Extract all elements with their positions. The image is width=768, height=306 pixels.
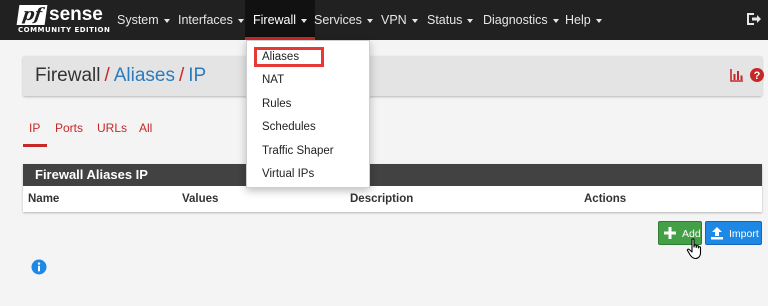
- logo-sense: sense: [49, 4, 103, 25]
- caret-down-icon: [552, 18, 559, 23]
- upload-icon: [711, 227, 723, 240]
- firewall-dropdown-menu: Aliases NAT Rules Schedules Traffic Shap…: [246, 40, 370, 188]
- menu-vpn[interactable]: VPN: [381, 0, 418, 40]
- active-tab-indicator: [23, 144, 47, 147]
- caret-down-icon: [595, 18, 602, 23]
- tab-ip[interactable]: IP: [29, 121, 40, 135]
- caret-down-icon: [411, 18, 418, 23]
- breadcrumb-panel: Firewall / Aliases / IP ?: [23, 56, 764, 96]
- breadcrumb-ip-link[interactable]: IP: [188, 65, 206, 86]
- logout-icon[interactable]: [746, 11, 762, 27]
- breadcrumb-separator: /: [104, 65, 110, 86]
- menu-item-traffic-shaper[interactable]: Traffic Shaper: [262, 144, 334, 158]
- breadcrumb-firewall: Firewall: [35, 65, 101, 86]
- import-button-label: Import: [729, 228, 759, 240]
- menu-status[interactable]: Status: [427, 0, 474, 40]
- caret-down-icon: [366, 18, 373, 23]
- menu-item-virtual-ips[interactable]: Virtual IPs: [262, 167, 314, 181]
- caret-down-icon: [301, 18, 308, 23]
- menu-help[interactable]: Help: [565, 0, 602, 40]
- top-navbar: pf sense COMMUNITY EDITION System Interf…: [0, 0, 768, 40]
- tab-urls[interactable]: URLs: [97, 121, 127, 135]
- breadcrumb: Firewall / Aliases / IP: [35, 65, 206, 87]
- column-header-description: Description: [350, 193, 414, 205]
- logo-pf: pf: [16, 5, 48, 25]
- menu-item-nat[interactable]: NAT: [262, 73, 284, 87]
- menu-item-aliases[interactable]: Aliases: [262, 50, 299, 64]
- plus-icon: [664, 227, 676, 239]
- menu-item-rules[interactable]: Rules: [262, 97, 291, 111]
- caret-down-icon: [467, 18, 474, 23]
- breadcrumb-separator: /: [178, 65, 185, 86]
- tab-all[interactable]: All: [139, 121, 152, 135]
- logo-edition: COMMUNITY EDITION: [18, 26, 111, 34]
- menu-services-label: Services: [314, 13, 362, 27]
- menu-help-label: Help: [565, 13, 591, 27]
- menu-firewall[interactable]: Firewall: [245, 0, 316, 40]
- menu-interfaces[interactable]: Interfaces: [178, 0, 244, 40]
- hand-cursor-icon: [686, 238, 702, 260]
- column-header-name: Name: [28, 193, 60, 205]
- menu-item-schedules[interactable]: Schedules: [262, 120, 316, 134]
- caret-down-icon: [237, 18, 244, 23]
- info-icon[interactable]: [31, 259, 47, 275]
- menu-diagnostics[interactable]: Diagnostics: [483, 0, 559, 40]
- import-button[interactable]: Import: [705, 221, 762, 245]
- table-title: Firewall Aliases IP: [23, 164, 762, 186]
- chart-icon[interactable]: [730, 68, 744, 82]
- pfsense-logo[interactable]: pf sense COMMUNITY EDITION: [16, 4, 110, 36]
- menu-system-label: System: [117, 13, 159, 27]
- column-header-actions: Actions: [584, 193, 627, 205]
- menu-system[interactable]: System: [117, 0, 170, 40]
- menu-diagnostics-label: Diagnostics: [483, 13, 548, 27]
- menu-firewall-label: Firewall: [253, 13, 297, 27]
- help-icon[interactable]: ?: [750, 68, 764, 82]
- menu-status-label: Status: [427, 13, 463, 27]
- caret-down-icon: [163, 18, 170, 23]
- column-header-values: Values: [182, 193, 219, 205]
- menu-interfaces-label: Interfaces: [178, 13, 233, 27]
- tab-ports[interactable]: Ports: [55, 121, 83, 135]
- svg-text:?: ?: [754, 70, 761, 82]
- breadcrumb-aliases-link[interactable]: Aliases: [114, 65, 175, 86]
- menu-vpn-label: VPN: [381, 13, 407, 27]
- aliases-table-panel: Firewall Aliases IP Name Values Descript…: [23, 164, 762, 212]
- menu-services[interactable]: Services: [314, 0, 373, 40]
